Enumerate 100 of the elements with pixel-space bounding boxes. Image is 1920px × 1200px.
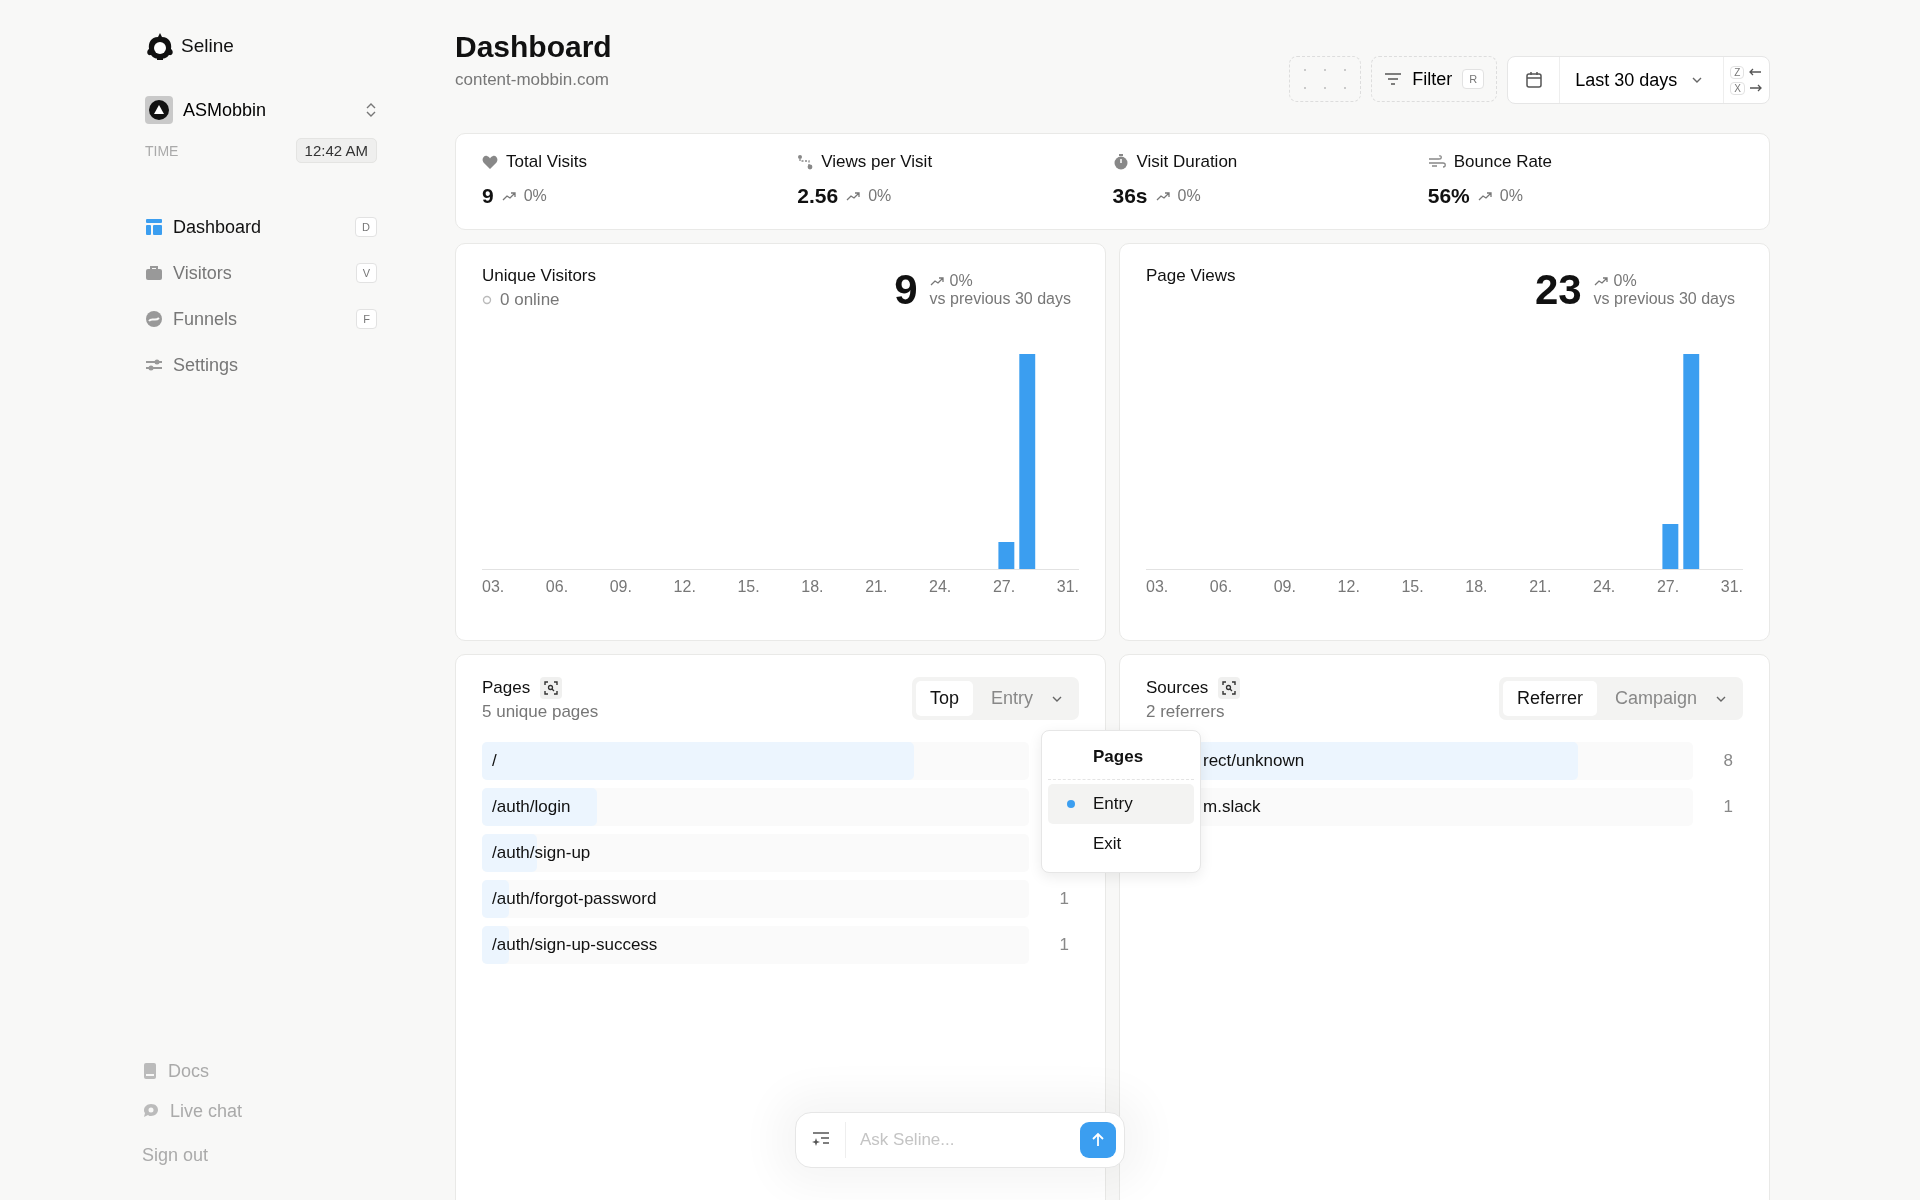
project-switcher[interactable]: ASMobbin — [145, 96, 377, 124]
inspect-button[interactable] — [540, 677, 563, 699]
axis-label: 06. — [1209, 578, 1233, 596]
menu-item[interactable]: Exit — [1048, 824, 1194, 864]
shortcut-key: D — [355, 217, 377, 237]
row-label: /auth/sign-up-success — [491, 935, 658, 955]
inspect-button[interactable] — [1218, 677, 1241, 699]
row-label: /auth/login — [491, 797, 571, 817]
chart-change: 0% — [949, 272, 973, 290]
axis-label: 24. — [1593, 578, 1616, 596]
status-dot-icon — [482, 295, 492, 305]
axis-label: 09. — [609, 578, 632, 596]
scan-search-icon — [1222, 681, 1237, 695]
comparison-label: vs previous 30 days — [929, 290, 1071, 308]
app-name: Seline — [181, 35, 234, 57]
chat-bubble-icon — [142, 1102, 160, 1120]
card-subtitle: 5 unique pages — [482, 702, 599, 722]
funnel-circle-icon — [145, 310, 163, 328]
logo-icon — [145, 31, 175, 61]
axis-label: 12. — [1337, 578, 1360, 596]
selected-dot-icon — [1066, 800, 1075, 808]
metric-change: 0% — [1499, 187, 1523, 205]
row-count: 1 — [1058, 935, 1069, 955]
comparison-label: vs previous 30 days — [1593, 290, 1735, 308]
chart-total: 9 — [894, 266, 918, 314]
trend-up-icon — [846, 191, 861, 201]
axis-label: 21. — [865, 578, 888, 596]
axis-label: 15. — [1401, 578, 1424, 596]
row-count: 1 — [1058, 889, 1069, 909]
stopwatch-icon — [1112, 154, 1129, 170]
metric-value: 56% — [1427, 184, 1470, 208]
date-range-dropdown[interactable]: Last 30 days — [1560, 57, 1725, 103]
period-step-button[interactable]: X — [1730, 81, 1763, 95]
axis-label: 03. — [1146, 578, 1169, 596]
chart-title: Unique Visitors — [482, 266, 597, 286]
send-button[interactable] — [1080, 1122, 1116, 1158]
trend-up-icon — [1593, 276, 1608, 286]
segment-tab[interactable]: Campaign — [1600, 681, 1711, 716]
axis-label: 21. — [1529, 578, 1552, 596]
metric-change: 0% — [523, 187, 547, 205]
trend-up-icon — [1477, 191, 1492, 201]
trend-up-icon — [1155, 191, 1170, 201]
time-label: TIME — [145, 142, 179, 159]
row-count: 8 — [1722, 751, 1733, 771]
metric-change: 0% — [1177, 187, 1201, 205]
arrow-right-icon — [1749, 84, 1763, 92]
chevron-down-icon — [1051, 694, 1063, 703]
filter-button[interactable]: Filter R — [1371, 56, 1498, 102]
shortcut-key: R — [1462, 69, 1485, 89]
shortcut-key: F — [356, 309, 377, 329]
nav-item[interactable]: Settings — [145, 347, 377, 383]
nav-item[interactable]: Funnels F — [145, 301, 377, 337]
route-icon — [797, 154, 814, 170]
domain-label: content-mobbin.com — [455, 70, 611, 90]
axis-label: 15. — [737, 578, 760, 596]
shortcut-key: X — [1730, 81, 1745, 95]
metric-value: 9 — [482, 184, 494, 208]
axis-label: 03. — [482, 578, 505, 596]
shortcut-key: Z — [1730, 65, 1745, 79]
chat-input-bar[interactable]: Ask Seline... — [795, 1112, 1125, 1168]
trend-up-icon — [501, 191, 516, 201]
filter-icon — [1384, 72, 1403, 86]
axis-label: 31. — [1720, 578, 1743, 596]
online-count: 0 online — [500, 290, 560, 310]
menu-item[interactable]: Entry — [1048, 784, 1194, 824]
segment-tab[interactable]: Top — [915, 681, 973, 716]
segment-tab[interactable]: Referrer — [1502, 681, 1597, 716]
wind-icon — [1427, 155, 1446, 169]
period-step-button[interactable]: Z — [1730, 65, 1763, 79]
axis-label: 09. — [1273, 578, 1296, 596]
nav-item[interactable]: Visitors V — [145, 255, 377, 291]
card-title: Pages — [482, 678, 531, 698]
trend-up-icon — [929, 276, 944, 286]
metric-label: Visit Duration — [1136, 152, 1238, 172]
dotted-button[interactable] — [1289, 56, 1362, 102]
menu-title: Pages — [1092, 746, 1145, 768]
segment-tab[interactable]: Entry — [977, 681, 1047, 716]
axis-label: 12. — [673, 578, 696, 596]
metric-label: Views per Visit — [821, 152, 933, 172]
row-label: m.slack — [1202, 797, 1261, 817]
row-label: rect/unknown — [1202, 751, 1305, 771]
chevron-down-icon — [1691, 76, 1704, 84]
nav-item[interactable]: Dashboard D — [145, 209, 377, 245]
book-icon — [142, 1062, 158, 1080]
axis-label: 27. — [992, 578, 1016, 596]
arrow-left-icon — [1748, 68, 1763, 76]
dots-icon — [1302, 66, 1349, 92]
chart-total: 23 — [1534, 266, 1582, 314]
card-subtitle: 2 referrers — [1146, 702, 1226, 722]
heart-icon — [482, 154, 498, 170]
axis-label: 18. — [1465, 578, 1488, 596]
metric-value: 36s — [1112, 184, 1148, 208]
chevron-down-icon — [1715, 694, 1727, 703]
axis-label: 06. — [545, 578, 569, 596]
chart-change: 0% — [1613, 272, 1637, 290]
briefcase-icon — [145, 264, 163, 282]
shortcut-key: V — [355, 263, 377, 283]
metric-label: Total Visits — [506, 152, 587, 172]
page-title: Dashboard — [455, 30, 612, 64]
card-title: Sources — [1146, 678, 1209, 698]
